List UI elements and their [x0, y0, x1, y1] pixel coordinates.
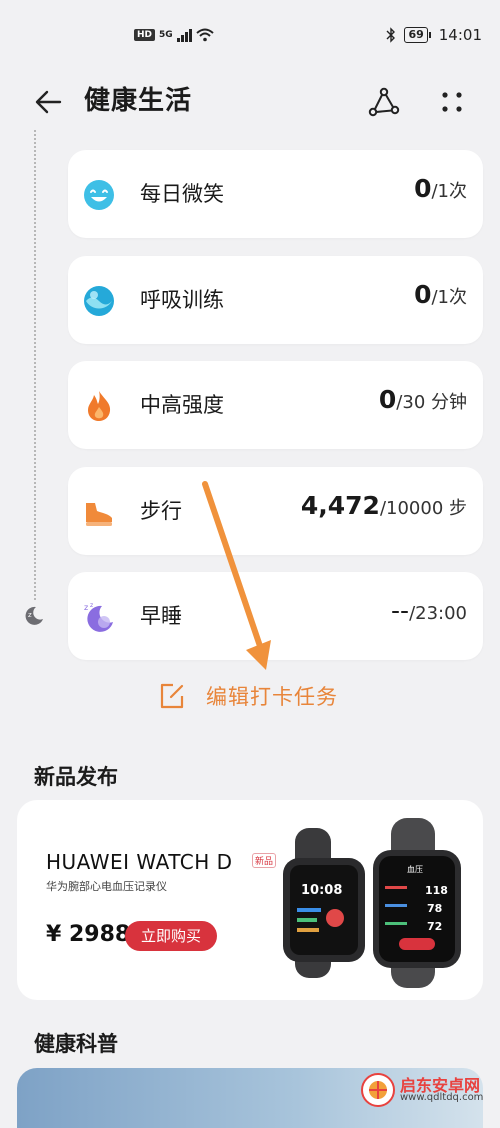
header: 健康生活 [0, 72, 500, 128]
svg-text:z: z [28, 611, 32, 619]
watermark-url: www.qdltdq.com [400, 1092, 484, 1103]
flame-icon [88, 391, 111, 421]
watch-bp-title: 血压 [407, 864, 423, 874]
task-value: 0/1次 [414, 174, 467, 203]
watch-bp-high: 118 [425, 884, 448, 897]
status-right: 69 14:01 [386, 26, 482, 44]
edit-tasks-label: 编辑打卡任务 [206, 685, 338, 709]
product-name: HUAWEI WATCH D [46, 850, 233, 874]
edit-icon [160, 683, 184, 709]
task-value: --/23:00 [391, 596, 467, 625]
battery-icon: 69 [404, 27, 431, 43]
more-button[interactable] [432, 82, 472, 122]
task-card-walking[interactable]: 步行 4,472/10000 步 [68, 467, 483, 555]
task-label: 每日微笑 [140, 182, 224, 206]
timeline-line [34, 130, 36, 600]
task-label: 呼吸训练 [140, 288, 224, 312]
watch-bp-low: 78 [427, 902, 442, 915]
signal-icon [176, 28, 192, 42]
task-label: 早睡 [140, 604, 182, 628]
hd-badge: HD [134, 29, 156, 41]
watermark-logo [361, 1073, 395, 1107]
watch-time: 10:08 [301, 883, 342, 898]
more-dots-icon [442, 92, 462, 112]
bluetooth-icon [386, 27, 396, 43]
wifi-icon [196, 28, 214, 42]
page-title: 健康生活 [84, 86, 193, 116]
edit-tasks-button[interactable]: 编辑打卡任务 [158, 681, 338, 711]
share-icon [368, 87, 400, 117]
moon-icon: z z [84, 602, 113, 632]
task-card-breathing[interactable]: 呼吸训练 0/1次 [68, 256, 483, 344]
task-card-intensity[interactable]: 中高强度 0/30 分钟 [68, 361, 483, 449]
arrow-left-icon [35, 90, 62, 114]
back-button[interactable] [30, 82, 70, 122]
watch-image: 10:08 血压 118 78 72 [283, 818, 461, 988]
task-label: 中高强度 [140, 393, 224, 417]
smile-icon [84, 180, 114, 210]
new-badge: 新品 [252, 853, 277, 868]
breath-icon [84, 286, 114, 316]
section-title-health-science: 健康科普 [34, 1032, 118, 1056]
status-bar: HD 5G 69 14:01 [0, 0, 500, 72]
network-type: 5G [159, 30, 173, 40]
task-label: 步行 [140, 499, 182, 523]
svg-text:z: z [90, 602, 93, 609]
shoe-icon [86, 503, 112, 526]
product-card[interactable]: HUAWEI WATCH D 新品 华为腕部心电血压记录仪 ¥ 2988 立即购… [17, 800, 483, 1000]
task-value: 0/1次 [414, 280, 467, 309]
task-card-smile[interactable]: 每日微笑 0/1次 [68, 150, 483, 238]
svg-text:z: z [84, 603, 88, 612]
battery-level: 69 [404, 27, 428, 43]
section-title-new-products: 新品发布 [34, 765, 118, 789]
task-card-early-sleep[interactable]: z z 早睡 --/23:00 [68, 572, 483, 660]
buy-now-button[interactable]: 立即购买 [125, 921, 217, 951]
clock: 14:01 [438, 26, 482, 44]
watch-pulse: 72 [427, 920, 442, 933]
watermark: 启东安卓网 www.qdltdq.com [360, 1070, 490, 1110]
task-value: 0/30 分钟 [378, 385, 467, 414]
task-value: 4,472/10000 步 [300, 491, 467, 520]
product-subtitle: 华为腕部心电血压记录仪 [46, 880, 167, 893]
share-button[interactable] [364, 82, 404, 122]
sleep-timeline-icon: z [22, 604, 46, 628]
status-left: HD 5G [134, 28, 214, 42]
product-price: ¥ 2988 [46, 922, 131, 947]
